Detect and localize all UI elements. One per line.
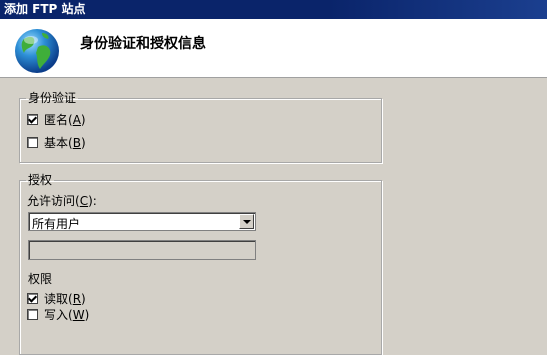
write-label: 写入 xyxy=(44,308,69,322)
anonymous-checkbox[interactable] xyxy=(27,114,38,125)
globe-icon xyxy=(15,29,59,73)
read-checkbox-row[interactable]: 读取 (R) xyxy=(27,290,86,307)
chevron-down-icon[interactable] xyxy=(239,214,254,229)
window-title: 添加 FTP 站点 xyxy=(4,2,86,16)
authentication-legend: 身份验证 xyxy=(28,91,77,105)
basic-accesskey: B xyxy=(72,135,81,150)
allow-access-dropdown[interactable]: 所有用户 xyxy=(28,212,256,231)
anonymous-checkbox-row[interactable]: 匿名 (A) xyxy=(27,111,86,128)
allow-access-label-row: 允许访问 (C) : xyxy=(27,193,97,209)
allow-access-label: 允许访问 xyxy=(27,194,76,208)
page-title: 身份验证和授权信息 xyxy=(80,36,206,52)
window-titlebar[interactable]: 添加 FTP 站点 xyxy=(0,0,547,19)
permissions-label: 权限 xyxy=(28,272,53,286)
read-accesskey: R xyxy=(72,291,82,306)
write-accesskey: W xyxy=(72,307,85,322)
wizard-header: 身份验证和授权信息 xyxy=(0,19,547,78)
anonymous-label: 匿名 xyxy=(44,113,69,127)
allow-access-accesskey: C xyxy=(79,193,89,208)
write-checkbox-row[interactable]: 写入 (W) xyxy=(27,306,89,323)
allow-access-value: 所有用户 xyxy=(32,217,81,231)
permissions-label-row: 权限 xyxy=(28,270,52,287)
basic-checkbox-row[interactable]: 基本 (B) xyxy=(27,134,86,151)
read-label: 读取 xyxy=(44,292,69,306)
write-checkbox[interactable] xyxy=(27,309,38,320)
users-textbox[interactable] xyxy=(28,240,256,260)
basic-label: 基本 xyxy=(44,136,69,150)
anonymous-accesskey: A xyxy=(72,112,81,127)
authorization-legend: 授权 xyxy=(28,173,53,187)
read-checkbox[interactable] xyxy=(27,293,38,304)
allow-access-suffix: : xyxy=(92,193,97,208)
basic-checkbox[interactable] xyxy=(27,137,38,148)
